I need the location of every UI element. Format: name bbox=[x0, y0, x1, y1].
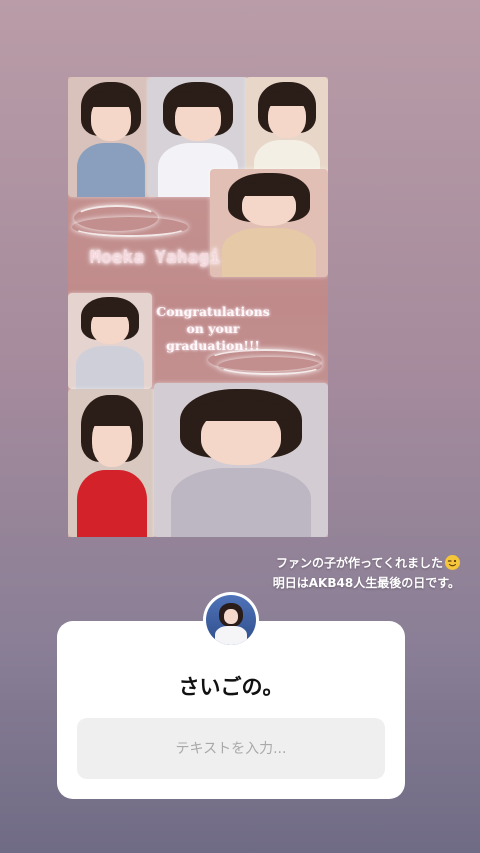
winking-face-emoji-icon bbox=[445, 555, 460, 570]
story-caption: ファンの子が作ってくれました 明日はAKB48人生最後の日です。 bbox=[273, 553, 460, 593]
collage-name-text: Moeka Yahagi bbox=[90, 247, 221, 268]
caption-line-2: 明日はAKB48人生最後の日です。 bbox=[272, 576, 460, 590]
collage-message-line: Congratulations bbox=[156, 304, 270, 319]
avatar-photo bbox=[206, 595, 256, 645]
avatar bbox=[203, 592, 259, 648]
collage-photo bbox=[210, 169, 328, 277]
question-text: さいごの。 bbox=[178, 675, 284, 699]
collage-message-line: graduation!!! bbox=[166, 338, 260, 353]
caption-line-1: ファンの子が作ってくれました bbox=[275, 556, 443, 570]
collage-message-line: on your bbox=[186, 321, 240, 336]
glow-swirl-decoration bbox=[218, 357, 322, 375]
collage-photo bbox=[68, 77, 154, 197]
glow-swirl-decoration bbox=[72, 217, 188, 237]
collage-photo bbox=[154, 383, 328, 537]
story-collage-image: Moeka Yahagi Congratulations on your gra… bbox=[68, 77, 328, 537]
collage-message: Congratulations on your graduation!!! bbox=[138, 303, 288, 354]
answer-input[interactable] bbox=[77, 718, 385, 779]
collage-photo bbox=[68, 389, 156, 537]
